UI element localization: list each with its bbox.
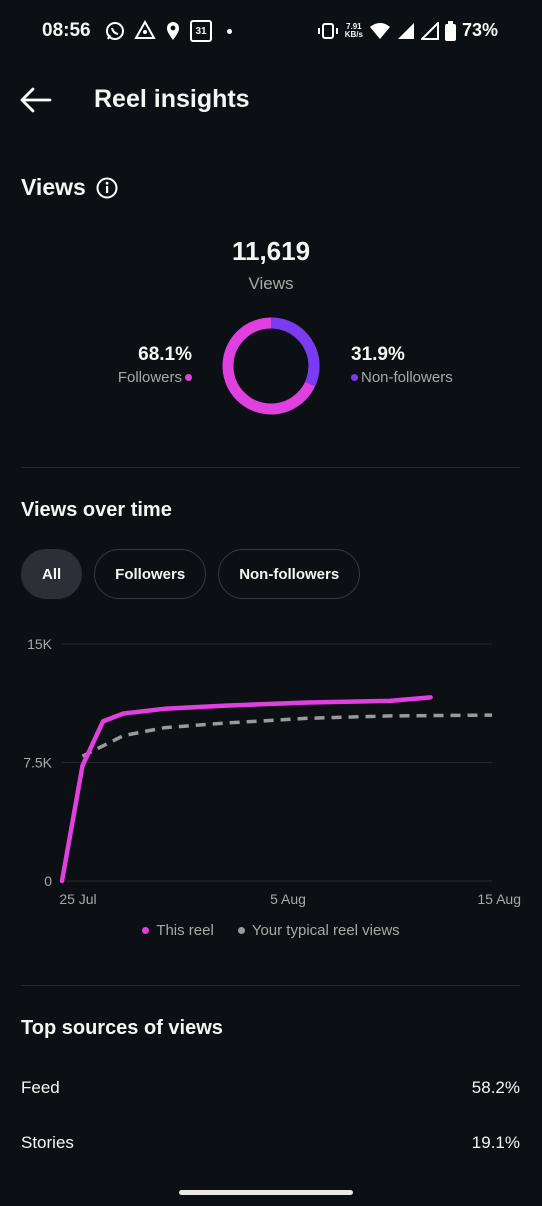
- vibrate-icon: [317, 22, 338, 39]
- source-row-feed: Feed 58.2%: [21, 1078, 520, 1098]
- system-icons: 7.91 KB/s 73%: [317, 20, 498, 41]
- y-tick-label: 15K: [27, 636, 53, 652]
- y-tick-label: 7.5K: [23, 755, 52, 771]
- gesture-navigation-bar[interactable]: [179, 1190, 353, 1195]
- filter-chip-all[interactable]: All: [21, 549, 83, 599]
- total-views: 11,619: [231, 236, 311, 266]
- more-notifications-dot: [227, 28, 232, 34]
- legend-typical-reel: Your typical reel views: [237, 922, 400, 939]
- filter-chip-followers[interactable]: Followers: [94, 549, 207, 599]
- network-speed-unit: KB/s: [344, 29, 363, 39]
- views-over-time-title: Views over time: [21, 499, 172, 521]
- filter-chip-nonfollowers[interactable]: Non-followers: [218, 549, 361, 599]
- source-value: 58.2%: [471, 1078, 520, 1097]
- battery-percent: 73%: [461, 20, 498, 40]
- followers-legend: Followers: [118, 369, 192, 386]
- section-divider-2: [21, 985, 520, 986]
- source-label: Feed: [21, 1078, 60, 1097]
- legend-this-reel-label: This reel: [156, 922, 214, 939]
- nonfollowers-dot: [351, 374, 358, 381]
- typical-reel-views-line: [81, 713, 493, 758]
- followers-dot: [185, 374, 192, 381]
- battery-icon: [444, 20, 456, 41]
- network-speed: 7.91 KB/s: [344, 22, 363, 39]
- y-tick-label: 0: [44, 873, 52, 889]
- followers-label: Followers: [117, 369, 182, 386]
- views-over-time-chart: 15K 7.5K 0 25 Jul 5 Aug 15 Aug: [23, 636, 521, 907]
- views-donut-chart: [222, 317, 320, 415]
- views-section-title: Views: [21, 174, 86, 200]
- signal-icon: [397, 22, 414, 39]
- notification-icons: 31: [105, 20, 232, 42]
- wifi-icon: [369, 22, 390, 39]
- legend-this-reel: This reel: [142, 922, 214, 939]
- this-reel-line: [59, 695, 433, 884]
- nonfollowers-label: Non-followers: [361, 369, 453, 386]
- x-tick-label: 5 Aug: [270, 891, 306, 907]
- app-notification-icon: [134, 20, 156, 39]
- top-sources-title: Top sources of views: [21, 1017, 223, 1039]
- total-views-label: Views: [248, 274, 294, 293]
- section-divider: [21, 467, 520, 468]
- app-header: Reel insights: [0, 70, 542, 130]
- status-bar: 08:56 31 7.91 KB/s 73%: [0, 0, 542, 62]
- page-title: Reel insights: [94, 85, 250, 113]
- info-icon[interactable]: [96, 177, 118, 199]
- followers-stat: 68.1% Followers: [118, 344, 192, 386]
- x-tick-label: 25 Jul: [59, 891, 96, 907]
- legend-typical-reel-dot: [237, 927, 245, 934]
- nonfollowers-stat: 31.9% Non-followers: [351, 344, 453, 386]
- whatsapp-icon: [106, 22, 124, 40]
- followers-percent: 68.1%: [138, 344, 192, 365]
- signal-icon-2: [420, 21, 439, 40]
- x-tick-label: 15 Aug: [477, 891, 521, 907]
- clock: 08:56: [42, 20, 91, 41]
- back-arrow-icon[interactable]: [18, 84, 54, 116]
- audience-filter-chips: All Followers Non-followers: [21, 549, 361, 599]
- calendar-icon: 31: [190, 20, 212, 42]
- location-icon: [167, 22, 179, 40]
- legend-this-reel-dot: [142, 927, 150, 934]
- source-label: Stories: [21, 1133, 74, 1152]
- source-row-stories: Stories 19.1%: [21, 1133, 520, 1153]
- nonfollowers-legend: Non-followers: [351, 369, 453, 386]
- chart-legend: This reel Your typical reel views: [0, 922, 542, 939]
- nonfollowers-percent: 31.9%: [351, 344, 405, 365]
- legend-typical-reel-label: Your typical reel views: [251, 922, 400, 939]
- source-value: 19.1%: [471, 1133, 520, 1152]
